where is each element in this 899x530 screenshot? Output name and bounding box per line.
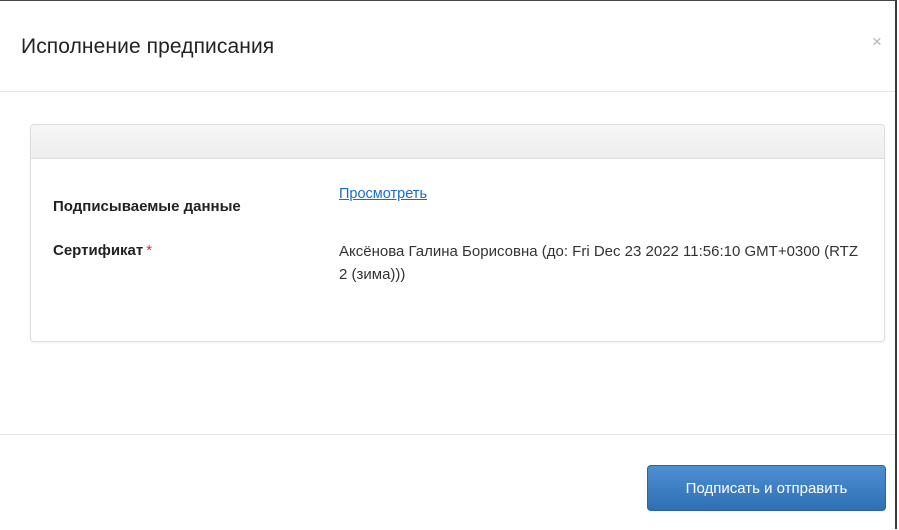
dialog-footer: Подписать и отправить <box>0 434 895 530</box>
certificate-label-text: Сертификат <box>53 242 144 259</box>
dialog-header: Исполнение предписания × <box>0 1 895 92</box>
certificate-value[interactable]: Аксёнова Галина Борисовна (до: Fri Dec 2… <box>339 240 859 286</box>
certificate-label: Сертификат * <box>53 242 152 259</box>
sign-dialog: Исполнение предписания × Подписываемые д… <box>0 0 897 529</box>
required-marker: * <box>146 242 153 259</box>
dialog-title: Исполнение предписания <box>21 35 275 58</box>
panel-heading <box>31 125 884 159</box>
signing-panel: Подписываемые данные Просмотреть Сертифи… <box>30 124 885 342</box>
sign-and-send-button[interactable]: Подписать и отправить <box>647 465 886 511</box>
signed-data-label: Подписываемые данные <box>53 198 241 215</box>
close-icon[interactable]: × <box>869 33 885 50</box>
view-data-link[interactable]: Просмотреть <box>339 186 427 202</box>
